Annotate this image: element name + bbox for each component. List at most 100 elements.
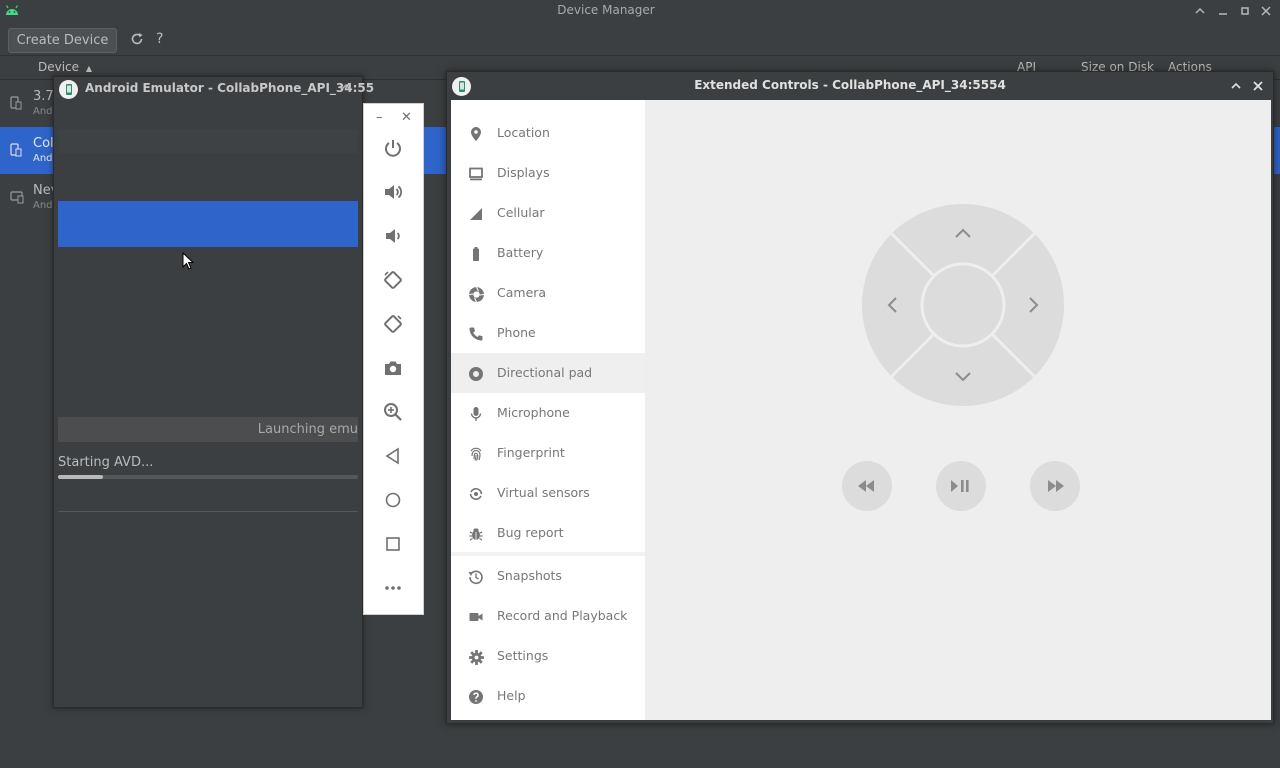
nav-item-settings[interactable]: Settings [451, 636, 645, 676]
toolbar-minimize-button[interactable]: – [376, 110, 383, 125]
divider [58, 511, 358, 512]
nav-item-label: Settings [497, 648, 549, 663]
nav-item-microphone[interactable]: Microphone [451, 393, 645, 433]
phone-icon [467, 325, 485, 343]
nav-item-snapshots[interactable]: Snapshots [451, 556, 645, 596]
nav-item-label: Battery [497, 245, 544, 260]
window-maximize-icon[interactable] [1238, 4, 1254, 20]
extended-controls-window: Extended Controls - CollabPhone_API_34:5… [446, 71, 1274, 724]
mouse-cursor-icon [182, 252, 196, 272]
nav-item-battery[interactable]: Battery [451, 233, 645, 273]
nav-item-location[interactable]: Location [451, 113, 645, 153]
emulator-title: Android Emulator - CollabPhone_API_34:55 [85, 81, 375, 95]
cellular-icon [467, 205, 485, 223]
phone-device-icon [10, 96, 22, 110]
play-pause-button[interactable] [936, 461, 986, 511]
fast-forward-button[interactable] [1030, 461, 1080, 511]
bug-icon [467, 525, 485, 543]
progress-bar [58, 475, 358, 479]
help-button[interactable]: ? [156, 31, 163, 47]
device-subtitle: And [33, 153, 53, 164]
nav-item-label: Record and Playback [497, 608, 628, 623]
refresh-icon[interactable] [130, 32, 144, 46]
record-icon [467, 608, 485, 626]
extended-controls-sidebar: Location Displays Cellular Battery Camer… [451, 100, 645, 720]
home-icon[interactable] [378, 485, 408, 515]
emulator-toolbar: – ✕ [363, 103, 424, 615]
nav-item-label: Snapshots [497, 568, 562, 583]
nav-item-label: Displays [497, 165, 550, 180]
create-device-button[interactable]: Create Device [8, 28, 117, 53]
nav-item-label: Help [497, 688, 526, 703]
device-subtitle: And [33, 200, 53, 211]
camera-icon[interactable] [378, 353, 408, 383]
volume-down-icon[interactable] [378, 221, 408, 251]
window-up-icon[interactable] [1229, 79, 1243, 93]
media-controls [841, 460, 1081, 514]
dpad-icon [467, 365, 485, 383]
microphone-icon [467, 405, 485, 423]
phone-device-icon [10, 143, 22, 157]
nav-item-label: Virtual sensors [497, 485, 590, 500]
window-title: Device Manager [557, 3, 655, 17]
close-icon[interactable] [1251, 79, 1265, 93]
nav-item-virtual-sensors[interactable]: Virtual sensors [451, 473, 645, 513]
window-minimize-icon[interactable] [1216, 4, 1232, 20]
launching-text: Launching emu [257, 422, 358, 437]
overview-icon[interactable] [378, 529, 408, 559]
sort-ascending-icon: ▲ [85, 64, 93, 73]
nav-item-bug-report[interactable]: Bug report [451, 513, 645, 553]
zoom-icon[interactable] [378, 397, 408, 427]
device-name: 3.7 [33, 89, 54, 104]
nav-item-label: Phone [497, 325, 536, 340]
extended-controls-title: Extended Controls - CollabPhone_API_34:5… [694, 78, 1006, 92]
emulator-titlebar[interactable]: Android Emulator - CollabPhone_API_34:55 [54, 77, 374, 101]
list-item [58, 129, 358, 153]
window-up-icon[interactable] [1193, 4, 1209, 20]
more-icon[interactable] [378, 573, 408, 603]
nav-item-label: Directional pad [497, 365, 593, 380]
power-icon[interactable] [378, 133, 408, 163]
nav-item-label: Microphone [497, 405, 570, 420]
nav-item-label: Location [497, 125, 550, 140]
nav-item-cellular[interactable]: Cellular [451, 193, 645, 233]
battery-icon [467, 245, 485, 263]
selected-list-item[interactable] [58, 201, 358, 247]
nav-item-camera[interactable]: Camera [451, 273, 645, 313]
toolbar-close-button[interactable]: ✕ [401, 110, 412, 125]
starting-avd-text: Starting AVD... [58, 455, 154, 470]
collapse-icon[interactable] [340, 81, 352, 93]
nav-item-help[interactable]: Help [451, 676, 645, 716]
sensors-icon [467, 485, 485, 503]
column-header-device[interactable]: Device ▲ [38, 60, 92, 74]
tablet-device-icon [10, 190, 24, 204]
extended-controls-titlebar[interactable]: Extended Controls - CollabPhone_API_34:5… [447, 72, 1273, 100]
help-icon [467, 688, 485, 706]
dpad-center-button[interactable] [920, 262, 1006, 348]
rewind-button[interactable] [842, 461, 892, 511]
progress-bar-fill [58, 475, 103, 479]
nav-item-phone[interactable]: Phone [451, 313, 645, 353]
device-subtitle: And [33, 106, 53, 117]
displays-icon [467, 165, 485, 183]
rotate-left-icon[interactable] [378, 265, 408, 295]
nav-item-directional-pad[interactable]: Directional pad [451, 353, 645, 393]
nav-item-label: Bug report [497, 525, 564, 540]
volume-up-icon[interactable] [378, 177, 408, 207]
rotate-right-icon[interactable] [378, 309, 408, 339]
fingerprint-icon [467, 445, 485, 463]
settings-icon [467, 648, 485, 666]
emulator-window: Android Emulator - CollabPhone_API_34:55… [53, 76, 374, 708]
back-icon[interactable] [378, 441, 408, 471]
nav-item-fingerprint[interactable]: Fingerprint [451, 433, 645, 473]
column-header-device-label: Device [38, 60, 80, 74]
nav-item-displays[interactable]: Displays [451, 153, 645, 193]
extended-controls-body: Location Displays Cellular Battery Camer… [451, 100, 1271, 720]
location-icon [467, 125, 485, 143]
nav-item-label: Fingerprint [497, 445, 565, 460]
device-manager-titlebar: Device Manager [0, 0, 1280, 22]
snapshots-icon [467, 568, 485, 586]
nav-item-label: Cellular [497, 205, 545, 220]
window-close-icon[interactable] [1259, 4, 1275, 20]
nav-item-record-and-playback[interactable]: Record and Playback [451, 596, 645, 636]
